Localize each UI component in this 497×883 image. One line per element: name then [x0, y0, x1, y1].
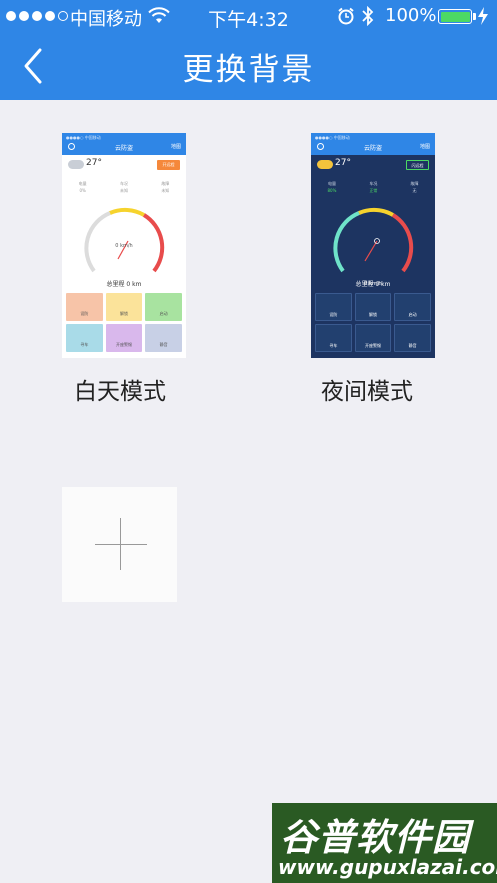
day-mode-thumbnail[interactable]: ●●●●○ 中国移动 云防盗 地图 27° 开远程 电量 0% 车况 未知 故障 未知… — [62, 133, 186, 358]
preview-speed: 0 km/h — [115, 243, 132, 249]
alarm-icon — [338, 7, 354, 25]
night-mode-label[interactable]: 夜间模式 — [321, 372, 413, 406]
preview-odometer: 总里程 0 km — [355, 281, 391, 288]
speedometer-gauge: 0 km/h — [84, 207, 165, 273]
preview-map-label: 地图 — [170, 144, 181, 150]
preview-button-grid: 设防 解锁 启动 寻车 开座警惕 静音 — [66, 293, 182, 352]
bluetooth-icon — [362, 6, 374, 26]
preview-app-title: 云防盗 — [363, 145, 382, 152]
status-bar: 中国移动 下午4:32 100% — [0, 0, 497, 32]
preview-odometer: 总里程 0 km — [106, 281, 142, 288]
sun-cloud-icon — [317, 160, 333, 169]
cloud-icon — [68, 160, 84, 169]
top-bar: 中国移动 下午4:32 100% 更换背景 — [0, 0, 497, 100]
preview-map-label: 地图 — [419, 144, 430, 150]
preview-remote-button: 开远程 — [157, 160, 180, 170]
plus-icon — [95, 544, 147, 545]
night-mode-thumbnail[interactable]: ●●●●○ 中国移动 云防盗 地图 27° 闪远程 电量 80% 车况 正常 故障无… — [311, 133, 435, 358]
watermark-url: www.gupuxlazai.com — [278, 855, 497, 879]
preview-button-grid: 设防 解锁 启动 寻车 开座警惕 静音 — [315, 293, 431, 352]
day-mode-label[interactable]: 白天模式 — [74, 372, 166, 406]
preview-temperature: 27° — [86, 158, 102, 168]
preview-temperature: 27° — [335, 158, 351, 168]
battery-icon — [438, 9, 472, 24]
preview-app-title: 云防盗 — [114, 145, 133, 152]
watermark: 谷普软件园 www.gupuxlazai.com — [272, 803, 497, 883]
watermark-logo: 谷普软件园 — [280, 816, 470, 859]
charging-icon — [478, 7, 488, 25]
add-background-button[interactable] — [62, 487, 177, 602]
speedometer-gauge: 0 km/h — [333, 207, 414, 287]
battery-percentage: 100% — [385, 5, 437, 26]
preview-info-row: 电量 80% 车况 正常 故障无 — [327, 181, 419, 193]
preview-info-row: 电量 0% 车况 未知 故障 未知 — [78, 181, 170, 193]
page-title: 更换背景 — [182, 52, 315, 88]
preview-remote-button: 闪远程 — [406, 160, 429, 170]
